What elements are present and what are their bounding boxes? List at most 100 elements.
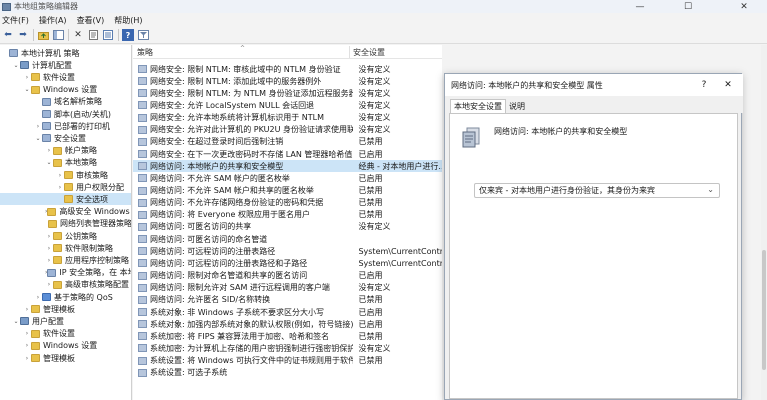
collapse-arrow-icon[interactable]: ›	[23, 306, 31, 313]
table-row[interactable]: 系统对象: 加强内部系统对象的默认权限(例如，符号链接) 已启用	[133, 318, 442, 330]
table-row[interactable]: 网络访问: 可匿名访问的命名管道	[133, 233, 442, 245]
table-row[interactable]: 网络访问: 不允许存储网络身份验证的密码和凭据 已禁用	[133, 197, 442, 209]
tree-item[interactable]: › 软件限制策略	[0, 242, 131, 254]
table-row[interactable]: 网络访问: 限制允许对 SAM 进行远程调用的客户端 没有定义	[133, 282, 442, 294]
policy-name-cell: 系统设置: 将 Windows 可执行文件中的证书规则用于软件...	[150, 356, 354, 366]
collapse-arrow-icon[interactable]: ›	[45, 281, 53, 288]
collapse-arrow-icon[interactable]: ›	[34, 123, 42, 130]
table-row[interactable]: 网络访问: 允许匿名 SID/名称转换 已禁用	[133, 294, 442, 306]
tree-item[interactable]: › 高级安全 Windows D	[0, 206, 131, 218]
tree-item[interactable]: ⌄ 计算机配置	[0, 59, 131, 71]
tree-item[interactable]: 域名解析策略	[0, 96, 131, 108]
tree-item[interactable]: ⌄ Windows 设置	[0, 84, 131, 96]
vertical-scrollbar[interactable]	[761, 45, 767, 400]
tree-item[interactable]: › 管理模板	[0, 352, 131, 364]
tree-item[interactable]: › IP 安全策略，在 本地	[0, 267, 131, 279]
table-row[interactable]: 系统设置: 可选子系统	[133, 367, 442, 379]
close-button[interactable]: ✕	[721, 0, 767, 13]
tree-item[interactable]: › 软件设置	[0, 71, 131, 83]
collapse-arrow-icon[interactable]: ›	[56, 184, 64, 191]
collapse-arrow-icon[interactable]: ›	[45, 257, 53, 264]
tree-item[interactable]: 网络列表管理器策略	[0, 218, 131, 230]
tree-item[interactable]: › 用户权限分配	[0, 181, 131, 193]
collapse-arrow-icon[interactable]: ›	[45, 245, 53, 252]
tree-item[interactable]: › 管理模板	[0, 303, 131, 315]
collapse-arrow-icon[interactable]: ›	[23, 74, 31, 81]
table-row[interactable]: 网络安全: 允许 LocalSystem NULL 会话回退 没有定义	[133, 99, 442, 111]
expand-arrow-icon[interactable]: ⌄	[12, 62, 20, 69]
scrollbar-thumb[interactable]	[762, 250, 766, 370]
tree-item[interactable]: ⌄ 安全设置	[0, 132, 131, 144]
tree-item[interactable]: › 高级审核策略配置	[0, 279, 131, 291]
tab-explain[interactable]: 说明	[506, 99, 528, 113]
table-row[interactable]: 系统加密: 将 FIPS 兼容算法用于加密、哈希和签名 已禁用	[133, 330, 442, 342]
table-row[interactable]: 系统对象: 非 Windows 子系统不要求区分大小写 已启用	[133, 306, 442, 318]
expand-arrow-icon[interactable]: ⌄	[12, 318, 20, 325]
tree-item-label: 脚本(启动/关机)	[54, 109, 111, 119]
column-header-setting[interactable]: 安全设置	[349, 45, 442, 59]
collapse-arrow-icon[interactable]: ›	[34, 294, 42, 301]
collapse-arrow-icon[interactable]: ›	[23, 330, 31, 337]
table-row[interactable]: 网络安全: 在超过登录时间后强制注销 已禁用	[133, 136, 442, 148]
filter-icon[interactable]	[137, 29, 149, 41]
table-row[interactable]: 网络访问: 可远程访问的注册表路径 System\CurrentContro...	[133, 245, 442, 257]
table-row[interactable]: 系统加密: 为计算机上存储的用户密钥强制进行强密钥保护 没有定义	[133, 342, 442, 354]
menu-action[interactable]: 操作(A)	[39, 15, 67, 26]
table-row[interactable]: 系统设置: 将 Windows 可执行文件中的证书规则用于软件... 已禁用	[133, 355, 442, 367]
tab-local-security-setting[interactable]: 本地安全设置	[450, 99, 506, 113]
table-row[interactable]: 网络安全: 在下一次更改密码时不存储 LAN 管理器哈希值 已启用	[133, 148, 442, 160]
show-hide-tree-icon[interactable]	[52, 29, 64, 41]
sharing-model-dropdown[interactable]: 仅来宾 - 对本地用户进行身份验证，其身份为来宾 ⌄	[474, 183, 720, 198]
menu-help[interactable]: 帮助(H)	[114, 15, 142, 26]
table-row[interactable]: 网络安全: 允许本地系统将计算机标识用于 NTLM 没有定义	[133, 112, 442, 124]
collapse-arrow-icon[interactable]: ›	[23, 355, 31, 362]
tree-item[interactable]: ⌄ 用户配置	[0, 315, 131, 327]
tree-item[interactable]: 本地计算机 策略	[0, 47, 131, 59]
table-row[interactable]: 网络访问: 限制对命名管道和共享的匿名访问 已启用	[133, 270, 442, 282]
up-folder-icon[interactable]	[37, 29, 49, 41]
dialog-close-button[interactable]: ✕	[721, 78, 735, 92]
dialog-help-button[interactable]: ?	[697, 78, 711, 92]
table-row[interactable]: 网络安全: 允许对此计算机的 PKU2U 身份验证请求使用联... 没有定义	[133, 124, 442, 136]
tree-item[interactable]: › 软件设置	[0, 328, 131, 340]
collapse-arrow-icon[interactable]: ›	[23, 342, 31, 349]
help-icon[interactable]: ?	[122, 29, 134, 41]
tree-item[interactable]: › 应用程序控制策略	[0, 254, 131, 266]
delete-icon[interactable]: ✕	[72, 29, 84, 41]
tree-item[interactable]: › 审核策略	[0, 169, 131, 181]
tree-item[interactable]: 安全选项	[0, 193, 131, 206]
collapse-arrow-icon[interactable]: ›	[56, 172, 64, 179]
collapse-arrow-icon[interactable]: ›	[45, 147, 53, 154]
tree-item[interactable]: › 帐户策略	[0, 145, 131, 157]
tree-item[interactable]: › Windows 设置	[0, 340, 131, 352]
policy-name-cell: 系统设置: 可选子系统	[150, 368, 228, 378]
expand-arrow-icon[interactable]: ⌄	[34, 135, 42, 142]
table-row[interactable]: 网络访问: 不允许 SAM 帐户的匿名枚举 已启用	[133, 172, 442, 184]
table-row[interactable]: 网络访问: 可匿名访问的共享 没有定义	[133, 221, 442, 233]
tree-item[interactable]: › 公钥策略	[0, 230, 131, 242]
minimize-button[interactable]: —	[617, 0, 663, 13]
export-list-icon[interactable]	[102, 29, 114, 41]
expand-arrow-icon[interactable]: ⌄	[45, 159, 53, 166]
table-row[interactable]: 网络访问: 不允许 SAM 帐户和共享的匿名枚举 已禁用	[133, 185, 442, 197]
menu-file[interactable]: 文件(F)	[2, 15, 29, 26]
tree-item[interactable]: › 基于策略的 QoS	[0, 291, 131, 303]
properties-icon[interactable]	[87, 29, 99, 41]
tree-item[interactable]: ⌄ 本地策略	[0, 157, 131, 169]
forward-icon[interactable]: ➡	[17, 29, 29, 41]
menu-view[interactable]: 查看(V)	[77, 15, 105, 26]
collapse-arrow-icon[interactable]: ›	[45, 233, 53, 240]
table-row[interactable]: 网络安全: 限制 NTLM: 审核此域中的 NTLM 身份验证 没有定义	[133, 63, 442, 75]
dialog-body: 网络访问: 本地帐户的共享和安全模型 仅来宾 - 对本地用户进行身份验证，其身份…	[449, 113, 738, 399]
expand-arrow-icon[interactable]: ⌄	[23, 86, 31, 93]
table-row[interactable]: 网络安全: 限制 NTLM: 为 NTLM 身份验证添加远程服务器... 没有定义	[133, 87, 442, 99]
table-row[interactable]: 网络安全: 限制 NTLM: 添加此域中的服务器例外 没有定义	[133, 75, 442, 87]
policy-name-cell: 网络安全: 在下一次更改密码时不存储 LAN 管理器哈希值	[150, 149, 353, 159]
table-row[interactable]: 网络访问: 本地帐户的共享和安全模型 经典 - 对本地用户进行...	[133, 160, 442, 173]
tree-item[interactable]: 脚本(启动/关机)	[0, 108, 131, 120]
maximize-button[interactable]: ☐	[665, 0, 711, 13]
back-icon[interactable]: ⬅	[2, 29, 14, 41]
table-row[interactable]: 网络访问: 将 Everyone 权限应用于匿名用户 已禁用	[133, 209, 442, 221]
table-row[interactable]: 网络访问: 可远程访问的注册表路径和子路径 System\CurrentContr…	[133, 257, 442, 269]
tree-item[interactable]: › 已部署的打印机	[0, 120, 131, 132]
